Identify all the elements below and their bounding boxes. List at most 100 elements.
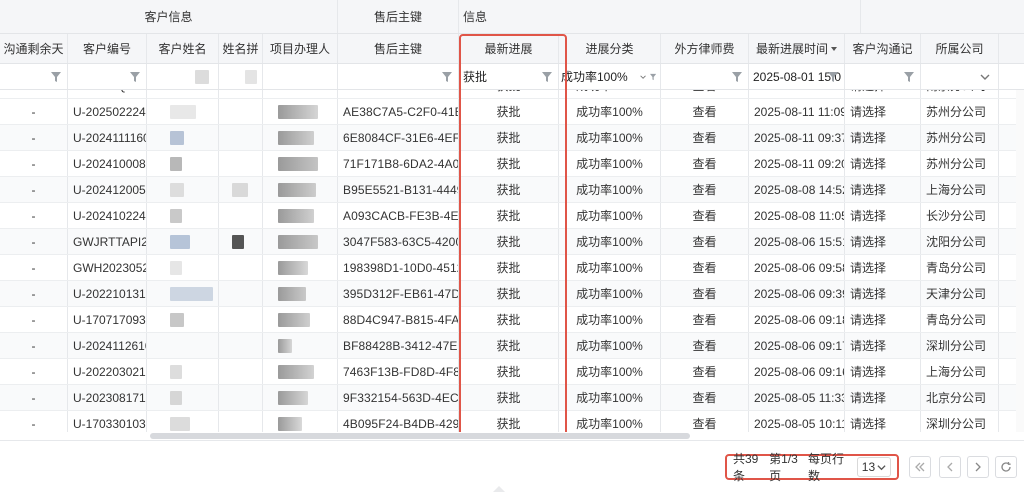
select-link[interactable]: 请选择 [845, 385, 921, 410]
table-row[interactable]: - U-1707170930 88D4C947-B815-4FA0 获批 成功率100%… [0, 307, 1024, 333]
table-row[interactable]: - U-2023081710 9F332154-563D-4EC7 获批 成功率100%… [0, 385, 1024, 411]
select-link[interactable]: 请选择 [845, 411, 921, 432]
table-row[interactable]: - U-2024112610 BF88428B-3412-47E0 获批 成功率100%… [0, 333, 1024, 359]
customer-id-link[interactable]: U-2023081710 [68, 385, 147, 410]
customer-id-link[interactable]: GWJRTTAPI20 [68, 229, 147, 254]
view-link[interactable]: 查看 [661, 385, 749, 410]
filter-progress-category[interactable]: 成功率100% [559, 64, 661, 89]
filter-name-pinyin[interactable] [219, 64, 263, 89]
progress-link[interactable]: 获批 [459, 307, 559, 332]
select-link[interactable]: 请选择 [845, 281, 921, 306]
view-link[interactable]: 查看 [661, 281, 749, 306]
customer-id-link[interactable]: U-1707170930 [68, 307, 147, 332]
view-link[interactable]: 查看 [661, 307, 749, 332]
prev-page-button[interactable] [939, 456, 961, 478]
progress-link[interactable]: 获批 [459, 281, 559, 306]
customer-id-link[interactable]: GWH2023052 [68, 255, 147, 280]
filter-customer-name[interactable] [147, 64, 219, 89]
filter-icon[interactable] [732, 72, 742, 82]
customer-id-link[interactable]: U-2024111160 [68, 125, 147, 150]
progress-link[interactable]: 获批 [459, 359, 559, 384]
customer-id-link[interactable]: U-2024112610 [68, 333, 147, 358]
progress-link[interactable]: 获批 [459, 151, 559, 176]
customer-id-link[interactable]: U-2024120052 [68, 177, 147, 202]
horizontal-scrollbar-thumb[interactable] [150, 433, 690, 439]
select-link[interactable]: 请选择 [845, 151, 921, 176]
filter-icon[interactable] [649, 72, 656, 82]
filter-icon[interactable] [130, 72, 140, 82]
col-header-latest-progress[interactable]: 最新进展 [459, 34, 559, 63]
col-header-latest-time[interactable]: 最新进展时间 [749, 34, 845, 63]
select-link[interactable]: 请选择 [845, 203, 921, 228]
filter-handler[interactable] [263, 64, 338, 89]
filter-icon[interactable] [828, 72, 838, 82]
col-header-after-sales-key[interactable]: 售后主键 [338, 34, 459, 63]
chevron-down-icon[interactable] [640, 72, 646, 82]
col-header-customer-name[interactable]: 客户姓名 [147, 34, 219, 63]
customer-id-link[interactable]: GWDBLQD20 [68, 90, 147, 98]
filter-lawyer-fee[interactable] [661, 64, 749, 89]
view-link[interactable]: 查看 [661, 411, 749, 432]
filter-company[interactable] [921, 64, 999, 89]
sort-desc-icon[interactable] [831, 46, 837, 51]
table-row[interactable]: GWDBLQD20 2C4504C7-759D-44C 获批 成功率100% 查… [0, 90, 1024, 99]
progress-link[interactable]: 获批 [459, 177, 559, 202]
col-header-name-pinyin[interactable]: 姓名拼 [219, 34, 263, 63]
table-row[interactable]: - U-2024100081 71F171B8-6DA2-4A07 获批 成功率100%… [0, 151, 1024, 177]
customer-id-link[interactable]: U-2024102241 [68, 203, 147, 228]
progress-link[interactable]: 获批 [459, 203, 559, 228]
filter-remaining[interactable] [0, 64, 68, 89]
table-row[interactable]: - U-1703301030 4B095F24-B4DB-429 获批 成功率100% 查… [0, 411, 1024, 432]
vertical-scrollbar[interactable] [1016, 90, 1024, 432]
view-link[interactable]: 查看 [661, 90, 749, 98]
progress-link[interactable]: 获批 [459, 125, 559, 150]
filter-icon[interactable] [542, 72, 552, 82]
table-row[interactable]: - GWJRTTAPI20 3047F583-63C5-4200 获批 成功率100% 查… [0, 229, 1024, 255]
table-row[interactable]: - U-2025022241 AE38C7A5-C2F0-41E5 获批 成功率100%… [0, 99, 1024, 125]
view-link[interactable]: 查看 [661, 255, 749, 280]
customer-id-link[interactable]: U-2025022241 [68, 99, 147, 124]
table-row[interactable]: - U-2022030210 7463F13B-FD8D-4F88 获批 成功率100%… [0, 359, 1024, 385]
progress-link[interactable]: 获批 [459, 333, 559, 358]
table-row[interactable]: - U-2024120052 B95E5521-B131-4449 获批 成功率100%… [0, 177, 1024, 203]
progress-link[interactable]: 获批 [459, 99, 559, 124]
filter-latest-time[interactable]: 2025-08-01 15:0 [749, 64, 845, 89]
customer-id-link[interactable]: U-2022101310 [68, 281, 147, 306]
select-link[interactable]: 请选择 [845, 177, 921, 202]
progress-link[interactable]: 获批 [459, 385, 559, 410]
table-row[interactable]: - U-2024102241 A093CACB-FE3B-4E4 获批 成功率100% 查… [0, 203, 1024, 229]
col-header-handler[interactable]: 项目办理人 [263, 34, 338, 63]
filter-contact-record[interactable] [845, 64, 921, 89]
page-size-select[interactable]: 13 [856, 457, 891, 477]
select-link[interactable]: 请选择 [845, 307, 921, 332]
progress-link[interactable]: 获批 [459, 90, 559, 98]
view-link[interactable]: 查看 [661, 359, 749, 384]
col-header-customer-id[interactable]: 客户编号 [68, 34, 147, 63]
view-link[interactable]: 查看 [661, 125, 749, 150]
col-header-progress-category[interactable]: 进展分类 [559, 34, 661, 63]
filter-value[interactable]: 获批 [463, 68, 487, 85]
select-link[interactable]: 请选择 [845, 359, 921, 384]
col-header-lawyer-fee[interactable]: 外方律师费 [661, 34, 749, 63]
col-header-company[interactable]: 所属公司 [921, 34, 999, 63]
col-header-remaining[interactable]: 沟通剩余天 [0, 34, 68, 63]
progress-link[interactable]: 获批 [459, 255, 559, 280]
view-link[interactable]: 查看 [661, 177, 749, 202]
select-link[interactable]: 请选择 [845, 90, 921, 98]
filter-after-sales-key[interactable] [338, 64, 459, 89]
first-page-button[interactable] [909, 456, 931, 478]
table-row[interactable]: - U-2024111160 6E8084CF-31E6-4EF9 获批 成功率100%… [0, 125, 1024, 151]
customer-id-link[interactable]: U-1703301030 [68, 411, 147, 432]
view-link[interactable]: 查看 [661, 333, 749, 358]
customer-id-link[interactable]: U-2022030210 [68, 359, 147, 384]
progress-link[interactable]: 获批 [459, 229, 559, 254]
filter-icon[interactable] [442, 72, 452, 82]
next-page-button[interactable] [967, 456, 989, 478]
filter-customer-id[interactable] [68, 64, 147, 89]
collapse-handle[interactable] [493, 486, 505, 492]
table-row[interactable]: - GWH2023052 198398D1-10D0-4512 获批 成功率100% 查看… [0, 255, 1024, 281]
view-link[interactable]: 查看 [661, 203, 749, 228]
customer-id-link[interactable]: U-2024100081 [68, 151, 147, 176]
select-link[interactable]: 请选择 [845, 255, 921, 280]
view-link[interactable]: 查看 [661, 151, 749, 176]
